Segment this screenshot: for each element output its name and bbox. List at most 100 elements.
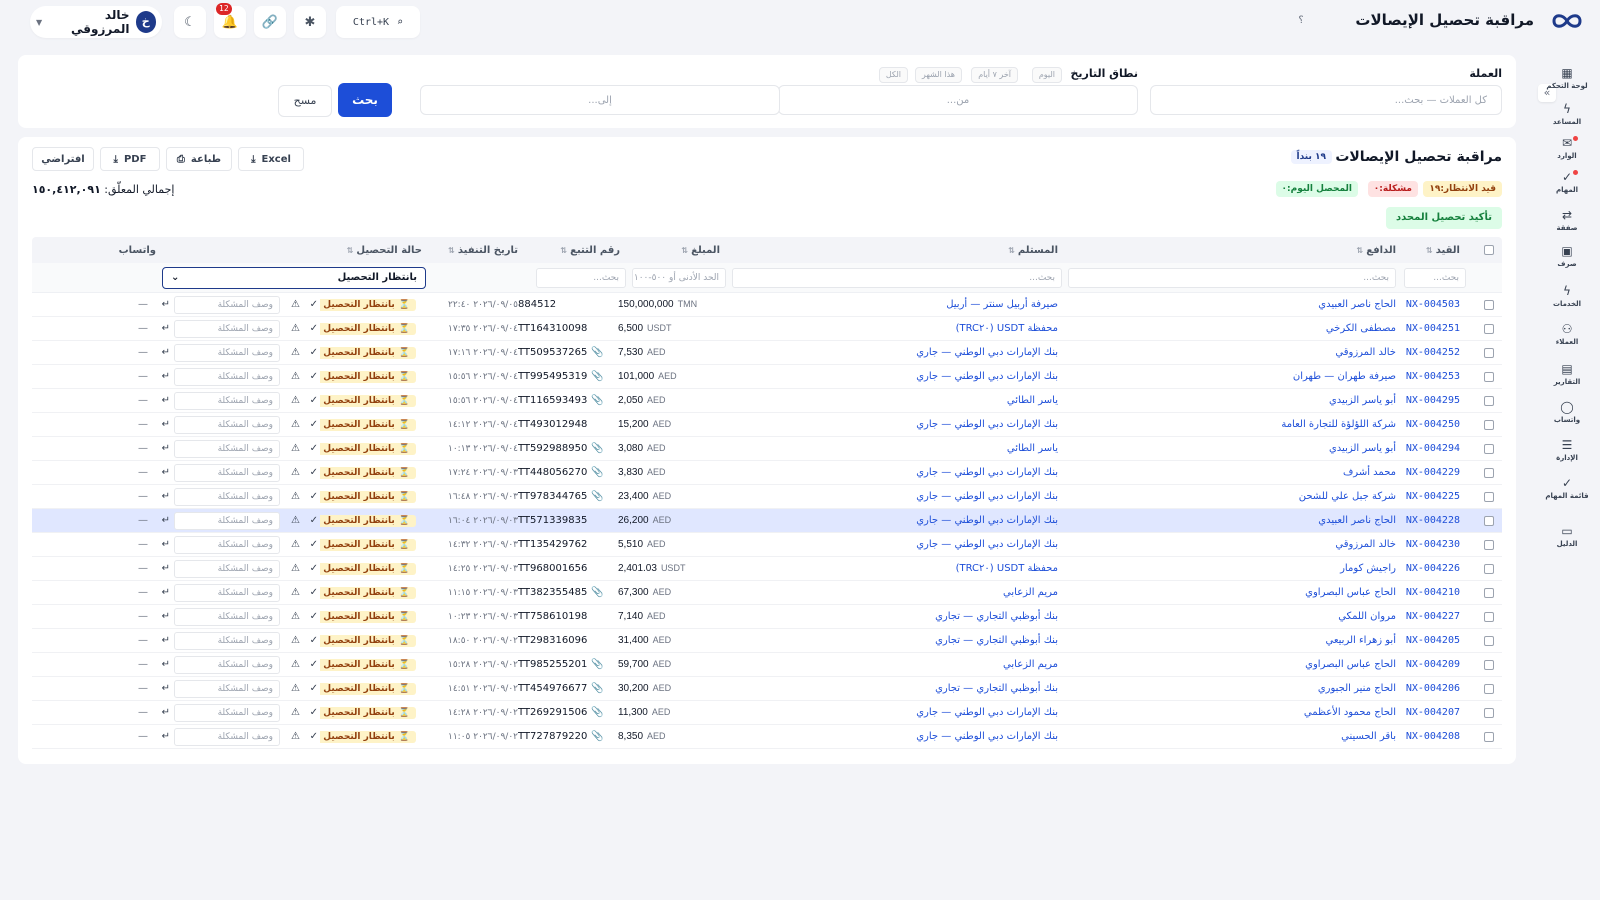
paperclip-icon[interactable]: 📎 [591,443,603,454]
sidebar-item-services[interactable]: ϟ الخدمات [1542,284,1592,308]
table-row[interactable]: NX-004503 الحاج ناصر العبيدي صيرفة أربيل س… [32,293,1502,317]
table-row[interactable]: NX-004226 راجيش كومار محفظة USDT (TRC٢٠) 2,… [32,557,1502,581]
warning-icon[interactable]: ⚠ [291,323,300,334]
ref-link[interactable]: NX-004251 [1406,323,1460,334]
currency-select[interactable]: كل العملات — بحث... [1150,85,1502,115]
payer-link[interactable]: مصطفى الكرخي [1326,323,1396,334]
row-checkbox[interactable] [1484,371,1494,382]
user-menu[interactable]: خ خالد المرزوقي ▼ [30,6,162,38]
issue-description-input[interactable]: وصف المشكلة [174,631,280,650]
sidebar-item-exchange[interactable]: ⇄ صفقة [1542,208,1592,232]
check-icon[interactable]: ✓ [310,419,318,430]
ref-link[interactable]: NX-004225 [1406,491,1460,502]
help-icon[interactable]: ؟ [1294,14,1308,28]
check-icon[interactable]: ✓ [310,467,318,478]
check-icon[interactable]: ✓ [310,659,318,670]
ref-link[interactable]: NX-004208 [1406,731,1460,742]
warning-icon[interactable]: ⚠ [291,443,300,454]
return-icon[interactable]: ↵ [162,563,170,574]
row-checkbox[interactable] [1484,323,1494,334]
recipient-link[interactable]: بنك الإمارات دبي الوطني — جاري [916,491,1058,502]
row-checkbox[interactable] [1484,467,1494,478]
logo-icon[interactable] [1550,10,1584,32]
col-exec-date[interactable]: تاريخ التنفيذ ⇅ [418,237,518,263]
recipient-link[interactable]: بنك الإمارات دبي الوطني — جاري [916,539,1058,550]
issue-stat-badge[interactable]: مشكلة:٠ [1367,181,1418,197]
check-icon[interactable]: ✓ [310,515,318,526]
sidebar-item-bolt[interactable]: ϟ المساعد [1542,102,1592,126]
payer-link[interactable]: خالد المرزوقي [1335,347,1396,358]
warning-icon[interactable]: ⚠ [291,299,300,310]
pending-stat-badge[interactable]: قيد الانتظار:١٩ [1423,181,1502,197]
sidebar-item-cash[interactable]: ▣ صرف [1542,244,1592,268]
issue-description-input[interactable]: وصف المشكلة [174,703,280,722]
ref-link[interactable]: NX-004294 [1406,443,1460,454]
sidebar-item-guide[interactable]: ▭ الدليل [1542,524,1592,548]
recipient-link[interactable]: بنك الإمارات دبي الوطني — جاري [916,467,1058,478]
table-row[interactable]: NX-004251 مصطفى الكرخي محفظة USDT (TRC٢٠) 6… [32,317,1502,341]
payer-link[interactable]: الحاج ناصر العبيدي [1318,515,1396,526]
paperclip-icon[interactable]: 📎 [591,659,603,670]
theme-toggle-button[interactable]: ☾ [174,6,206,38]
return-icon[interactable]: ↵ [162,443,170,454]
recipient-link[interactable]: بنك الإمارات دبي الوطني — جاري [916,707,1058,718]
issue-description-input[interactable]: وصف المشكلة [174,319,280,338]
payer-link[interactable]: أبو ياسر الزبيدي [1329,443,1396,454]
warning-icon[interactable]: ⚠ [291,515,300,526]
payer-link[interactable]: صيرفة طهران — طهران [1293,371,1396,382]
payer-link[interactable]: راجيش كومار [1340,563,1396,574]
issue-description-input[interactable]: وصف المشكلة [174,583,280,602]
paperclip-icon[interactable]: 📎 [591,371,603,382]
row-checkbox[interactable] [1484,587,1494,598]
recipient-link[interactable]: بنك الإمارات دبي الوطني — جاري [916,371,1058,382]
issue-description-input[interactable]: وصف المشكلة [174,727,280,746]
check-icon[interactable]: ✓ [310,539,318,550]
row-checkbox[interactable] [1484,563,1494,574]
table-row[interactable]: NX-004295 أبو ياسر الزبيدي ياسر الطائي 2,05… [32,389,1502,413]
notifications-button[interactable]: 🔔 12 [214,3,246,38]
payer-link[interactable]: الحاج ناصر العبيدي [1318,299,1396,310]
search-button[interactable]: بحث [338,83,392,117]
check-icon[interactable]: ✓ [310,371,318,382]
check-icon[interactable]: ✓ [310,443,318,454]
issue-description-input[interactable]: وصف المشكلة [174,391,280,410]
paperclip-icon[interactable]: 📎 [591,395,603,406]
check-icon[interactable]: ✓ [310,347,318,358]
recipient-link[interactable]: محفظة USDT (TRC٢٠) [956,563,1058,574]
issue-description-input[interactable]: وصف المشكلة [174,295,280,314]
ref-link[interactable]: NX-004250 [1406,419,1460,430]
tracking-filter-input[interactable]: بحث... [536,267,626,288]
payer-filter-input[interactable]: بحث... [1068,267,1396,288]
paperclip-icon[interactable]: 📎 [591,587,603,598]
sidebar-item-checklist[interactable]: ✓ قائمة المهام [1542,476,1592,500]
row-checkbox[interactable] [1484,395,1494,406]
return-icon[interactable]: ↵ [162,347,170,358]
ref-link[interactable]: NX-004295 [1406,395,1460,406]
return-icon[interactable]: ↵ [162,539,170,550]
table-row[interactable]: NX-004225 شركة جبل علي للشحن بنك الإمارات … [32,485,1502,509]
table-row[interactable]: NX-004230 خالد المرزوقي بنك الإمارات دبي ا… [32,533,1502,557]
row-checkbox[interactable] [1484,515,1494,526]
select-all-checkbox[interactable] [1484,245,1494,255]
ref-link[interactable]: NX-004503 [1406,299,1460,310]
row-checkbox[interactable] [1484,347,1494,358]
recipient-link[interactable]: مريم الزعابي [1003,587,1058,598]
payer-link[interactable]: محمد أشرف [1343,467,1396,478]
issue-description-input[interactable]: وصف المشكلة [174,679,280,698]
col-status[interactable]: حالة التحصيل ⇅ [322,237,422,263]
issue-description-input[interactable]: وصف المشكلة [174,463,280,482]
table-row[interactable]: NX-004206 الحاج منير الجبوري بنك أبوظبي ال… [32,677,1502,701]
warning-icon[interactable]: ⚠ [291,587,300,598]
return-icon[interactable]: ↵ [162,419,170,430]
ref-filter-input[interactable]: بحث... [1404,267,1466,288]
range-today[interactable]: اليوم [1031,67,1062,83]
issue-description-input[interactable]: وصف المشكلة [174,511,280,530]
confirm-collection-button[interactable]: تأكيد تحصيل المحدد [1386,207,1502,229]
issue-description-input[interactable]: وصف المشكلة [174,487,280,506]
date-to-input[interactable]: إلى... [420,85,780,115]
table-row[interactable]: NX-004205 أبو زهراء الربيعي بنك أبوظبي الت… [32,629,1502,653]
ref-link[interactable]: NX-004227 [1406,611,1460,622]
warning-icon[interactable]: ⚠ [291,419,300,430]
row-checkbox[interactable] [1484,491,1494,502]
table-row[interactable]: NX-004294 أبو ياسر الزبيدي ياسر الطائي 3,08… [32,437,1502,461]
